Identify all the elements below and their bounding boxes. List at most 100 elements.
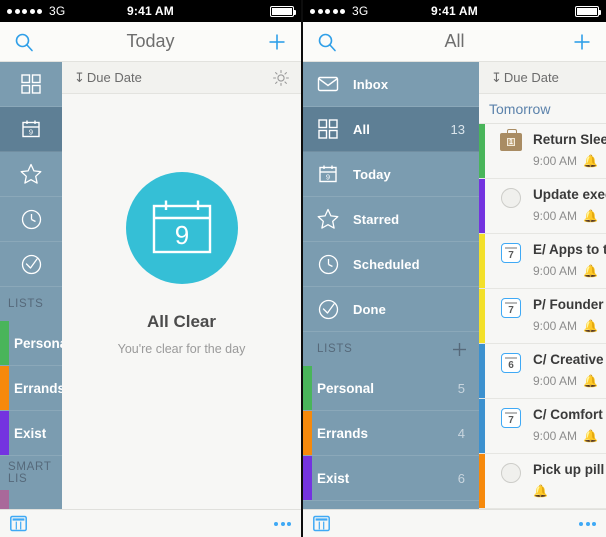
sidebar-item-scheduled[interactable]: Scheduled — [303, 242, 479, 287]
task-row[interactable]: 1 Return Sleepph 9:00 AM 🔔 — [479, 124, 606, 179]
calendar-icon: 9 — [317, 163, 339, 185]
sidebar-item-label: Inbox — [353, 76, 389, 92]
inbox-icon — [317, 73, 339, 95]
plus-icon[interactable] — [572, 32, 592, 52]
clock-icon — [317, 253, 339, 275]
star-icon — [20, 163, 42, 185]
sidebar-list-count: 6 — [457, 470, 465, 486]
calendar-icon: 9 — [20, 118, 42, 140]
circle-icon[interactable] — [497, 188, 525, 208]
search-icon[interactable] — [317, 32, 337, 52]
search-icon[interactable] — [14, 32, 34, 52]
task-list-color-stripe — [479, 344, 485, 398]
sidebar-item-done[interactable]: Done — [303, 287, 479, 332]
left-nav-bar: Today — [0, 22, 301, 62]
task-title: P/ Founder thou — [533, 297, 606, 312]
task-row[interactable]: 7 C/ Comfort zone 9:00 AM 🔔 — [479, 399, 606, 454]
sidebar-item-label: Starred — [353, 211, 400, 227]
plus-icon[interactable] — [267, 32, 287, 52]
sidebar-item-done[interactable] — [0, 242, 62, 287]
sidebar-item-scheduled[interactable] — [0, 197, 62, 242]
right-sort-bar[interactable]: ↧ Due Date — [479, 62, 606, 94]
right-page-title: All — [444, 31, 465, 51]
task-group-heading: Tomorrow — [479, 94, 606, 124]
calendar-badge-icon[interactable]: 7 — [497, 298, 525, 318]
more-dots-icon[interactable] — [274, 521, 291, 526]
dual-screenshot-stage: 3G 9:41 AM Today 9 LISTS Person Errands … — [0, 0, 606, 537]
check-circle-icon — [317, 298, 339, 320]
task-time: 9:00 AM — [533, 264, 578, 278]
add-list-plus-icon[interactable] — [452, 342, 467, 357]
task-title: E/ Apps to track — [533, 242, 606, 257]
task-row[interactable]: 7 P/ Founder thou 9:00 AM 🔔 — [479, 289, 606, 344]
status-bar-battery — [270, 5, 296, 17]
sidebar-list-personal[interactable]: Personal 5 — [303, 366, 479, 411]
status-bar-time: 9:41 AM — [431, 4, 478, 18]
calendar-grid-icon[interactable] — [313, 515, 330, 532]
sidebar-section-smart-lists-label: SMART LIS — [8, 461, 52, 485]
right-sidebar: Inbox All 13 9 Today Starred Scheduled D… — [303, 62, 479, 509]
sidebar-list-errands[interactable]: Errands — [0, 366, 62, 411]
sidebar-item-today[interactable]: 9 — [0, 107, 62, 152]
calendar-badge-icon[interactable]: 6 — [497, 353, 525, 373]
sidebar-item-inbox[interactable]: Inbox — [303, 62, 479, 107]
sidebar-item-today[interactable]: 9 Today — [303, 152, 479, 197]
calendar-grid-icon[interactable] — [10, 515, 27, 532]
circle-icon[interactable] — [497, 463, 525, 483]
sidebar-section-lists-label: LISTS — [8, 298, 44, 310]
sidebar-item-starred[interactable]: Starred — [303, 197, 479, 242]
sidebar-list-label: Personal — [317, 380, 375, 396]
battery-full-icon — [270, 5, 296, 17]
sun-icon[interactable] — [273, 69, 289, 86]
empty-state: 9 All Clear You're clear for the day — [62, 94, 301, 509]
left-page-title: Today — [126, 31, 175, 51]
bell-icon: 🔔 — [583, 154, 598, 168]
sidebar-item-all[interactable] — [0, 62, 62, 107]
status-bar-time: 9:41 AM — [127, 4, 174, 18]
sidebar-item-label: Scheduled — [353, 256, 420, 272]
sidebar-smart-list-partial[interactable] — [0, 490, 62, 509]
sidebar-list-personal[interactable]: Personal — [0, 321, 62, 366]
calendar-icon: 9 — [152, 200, 211, 254]
status-bar-battery — [575, 5, 601, 17]
task-list[interactable]: Tomorrow 1 Return Sleepph 9:00 AM 🔔 — [479, 94, 606, 509]
briefcase-icon[interactable]: 1 — [497, 129, 525, 151]
sidebar-list-errands[interactable]: Errands 4 — [303, 411, 479, 456]
task-row[interactable]: 6 C/ Creative bloc 9:00 AM 🔔 — [479, 344, 606, 399]
task-row[interactable]: 7 E/ Apps to track 9:00 AM 🔔 — [479, 234, 606, 289]
star-icon — [317, 208, 339, 230]
left-sort-bar[interactable]: ↧ Due Date — [62, 62, 301, 94]
task-list-color-stripe — [479, 454, 485, 508]
sidebar-item-label: Today — [353, 166, 391, 182]
right-toolbar — [303, 509, 606, 537]
check-circle-icon — [20, 253, 42, 275]
svg-text:9: 9 — [29, 127, 33, 136]
list-color-swatch — [303, 366, 312, 410]
right-phone-screen: 3G 9:41 AM All Inbox All 13 9 Today Star… — [303, 0, 606, 537]
calendar-badge-icon[interactable]: 7 — [497, 408, 525, 428]
task-title: C/ Creative bloc — [533, 352, 606, 367]
sidebar-section-smart-lists: SMART LIS — [0, 456, 62, 490]
task-row[interactable]: Pick up pill from 🔔 — [479, 454, 606, 509]
sidebar-item-all[interactable]: All 13 — [303, 107, 479, 152]
task-title: Return Sleepph — [533, 132, 606, 147]
task-badge-count: 6 — [501, 353, 521, 373]
list-color-swatch — [0, 321, 9, 365]
sidebar-item-starred[interactable] — [0, 152, 62, 197]
task-list-color-stripe — [479, 234, 485, 288]
sidebar-list-exist[interactable]: Exist 6 — [303, 456, 479, 501]
left-content-pane: ↧ Due Date 9 All Clear You're clear for … — [62, 62, 301, 509]
sidebar-list-label: Exist — [317, 470, 350, 486]
empty-state-title: All Clear — [147, 312, 216, 331]
task-list-color-stripe — [479, 289, 485, 343]
calendar-badge-icon[interactable]: 7 — [497, 243, 525, 263]
list-color-swatch — [0, 490, 9, 509]
sidebar-list-label: Errands — [14, 380, 62, 396]
task-title: Pick up pill from — [533, 462, 606, 477]
more-dots-icon[interactable] — [579, 521, 596, 526]
sidebar-list-count: 4 — [457, 425, 465, 441]
task-row[interactable]: Update executiv 9:00 AM 🔔 — [479, 179, 606, 234]
sidebar-list-exist[interactable]: Exist — [0, 411, 62, 456]
task-title: C/ Comfort zone — [533, 407, 606, 422]
task-badge-count: 1 — [507, 138, 515, 146]
